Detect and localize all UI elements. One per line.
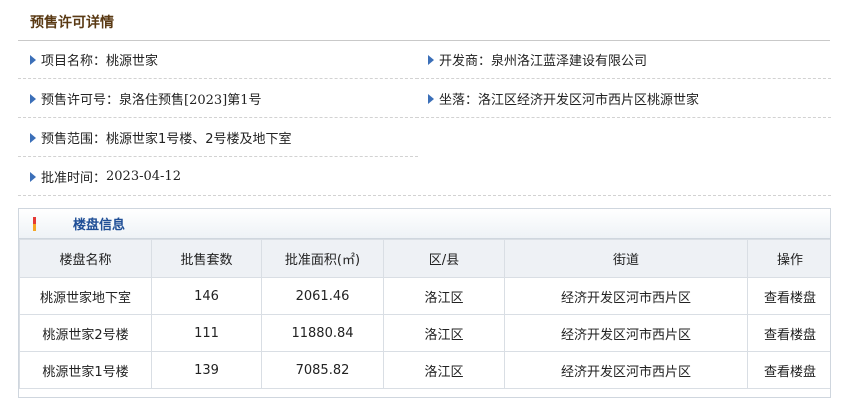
triangle-right-icon [30,132,36,143]
cell-action: 查看楼盘 [747,351,830,389]
cell-area: 7085.82 [261,351,384,389]
triangle-right-icon [428,93,434,104]
cell-units: 146 [151,277,262,315]
triangle-right-icon [30,54,36,65]
view-building-link[interactable]: 查看楼盘 [764,365,816,380]
building-info-panel: 楼盘信息 楼盘名称 批售套数 批准面积(㎡) 区/县 街道 操作 桃源世家地下室… [18,208,831,398]
table-row: 桃源世家1号楼 139 7085.82 洛江区 经济开发区河市西片区 查看楼盘 [19,351,830,389]
cell-street: 经济开发区河市西片区 [504,277,748,315]
cell-units: 139 [151,351,262,389]
column-header-name: 楼盘名称 [19,239,152,278]
triangle-right-icon [30,93,36,104]
cell-name: 桃源世家2号楼 [19,314,152,352]
permit-no-label: 预售许可号： [41,93,120,108]
info-permit-no: 预售许可号： 泉洛住预售[2023]第1号 [18,80,418,118]
view-building-link[interactable]: 查看楼盘 [764,328,816,343]
column-header-district: 区/县 [383,239,505,278]
cell-district: 洛江区 [383,351,505,389]
column-header-units: 批售套数 [151,239,262,278]
panel-title: 楼盘信息 [73,218,126,233]
info-location: 坐落： 洛江区经济开发区河市西片区桃源世家 [416,80,831,118]
cell-street: 经济开发区河市西片区 [504,314,748,352]
project-name-label: 项目名称： [41,54,107,69]
cell-name: 桃源世家1号楼 [19,351,152,389]
view-building-link[interactable]: 查看楼盘 [764,291,816,306]
table-row: 桃源世家2号楼 111 11880.84 洛江区 经济开发区河市西片区 查看楼盘 [19,314,830,352]
cell-action: 查看楼盘 [747,277,830,315]
info-project-name: 项目名称： 桃源世家 [18,41,418,79]
project-name-value: 桃源世家 [106,54,159,69]
cell-action: 查看楼盘 [747,314,830,352]
table-row: 桃源世家地下室 146 2061.46 洛江区 经济开发区河市西片区 查看楼盘 [19,277,830,315]
page-title: 预售许可详情 [30,15,114,31]
cell-district: 洛江区 [383,314,505,352]
column-header-area: 批准面积(㎡) [261,239,384,278]
approval-time-label: 批准时间： [41,171,107,186]
cell-street: 经济开发区河市西片区 [504,351,748,389]
cell-district: 洛江区 [383,277,505,315]
info-approval-time: 批准时间： 2023-04-12 [18,158,831,196]
developer-value: 泉州洛江蓝泽建设有限公司 [491,54,648,69]
cell-area: 2061.46 [261,277,384,315]
column-header-street: 街道 [504,239,748,278]
column-header-action: 操作 [747,239,830,278]
info-developer: 开发商： 泉州洛江蓝泽建设有限公司 [416,41,831,79]
scope-value: 桃源世家1号楼、2号楼及地下室 [106,132,292,147]
building-table: 楼盘名称 批售套数 批准面积(㎡) 区/县 街道 操作 桃源世家地下室 146 … [19,239,830,389]
permit-no-value: 泉洛住预售[2023]第1号 [119,93,262,108]
location-label: 坐落： [439,93,479,108]
approval-time-value: 2023-04-12 [106,169,181,184]
red-bar-icon [33,216,36,231]
location-value: 洛江区经济开发区河市西片区桃源世家 [478,93,700,108]
scope-label: 预售范围： [41,132,107,147]
panel-header: 楼盘信息 [19,209,830,239]
developer-label: 开发商： [439,54,492,69]
cell-name: 桃源世家地下室 [19,277,152,315]
triangle-right-icon [428,54,434,65]
cell-area: 11880.84 [261,314,384,352]
triangle-right-icon [30,171,36,182]
info-scope: 预售范围： 桃源世家1号楼、2号楼及地下室 [18,119,418,157]
cell-units: 111 [151,314,262,352]
table-header-row: 楼盘名称 批售套数 批准面积(㎡) 区/县 街道 操作 [19,239,830,278]
